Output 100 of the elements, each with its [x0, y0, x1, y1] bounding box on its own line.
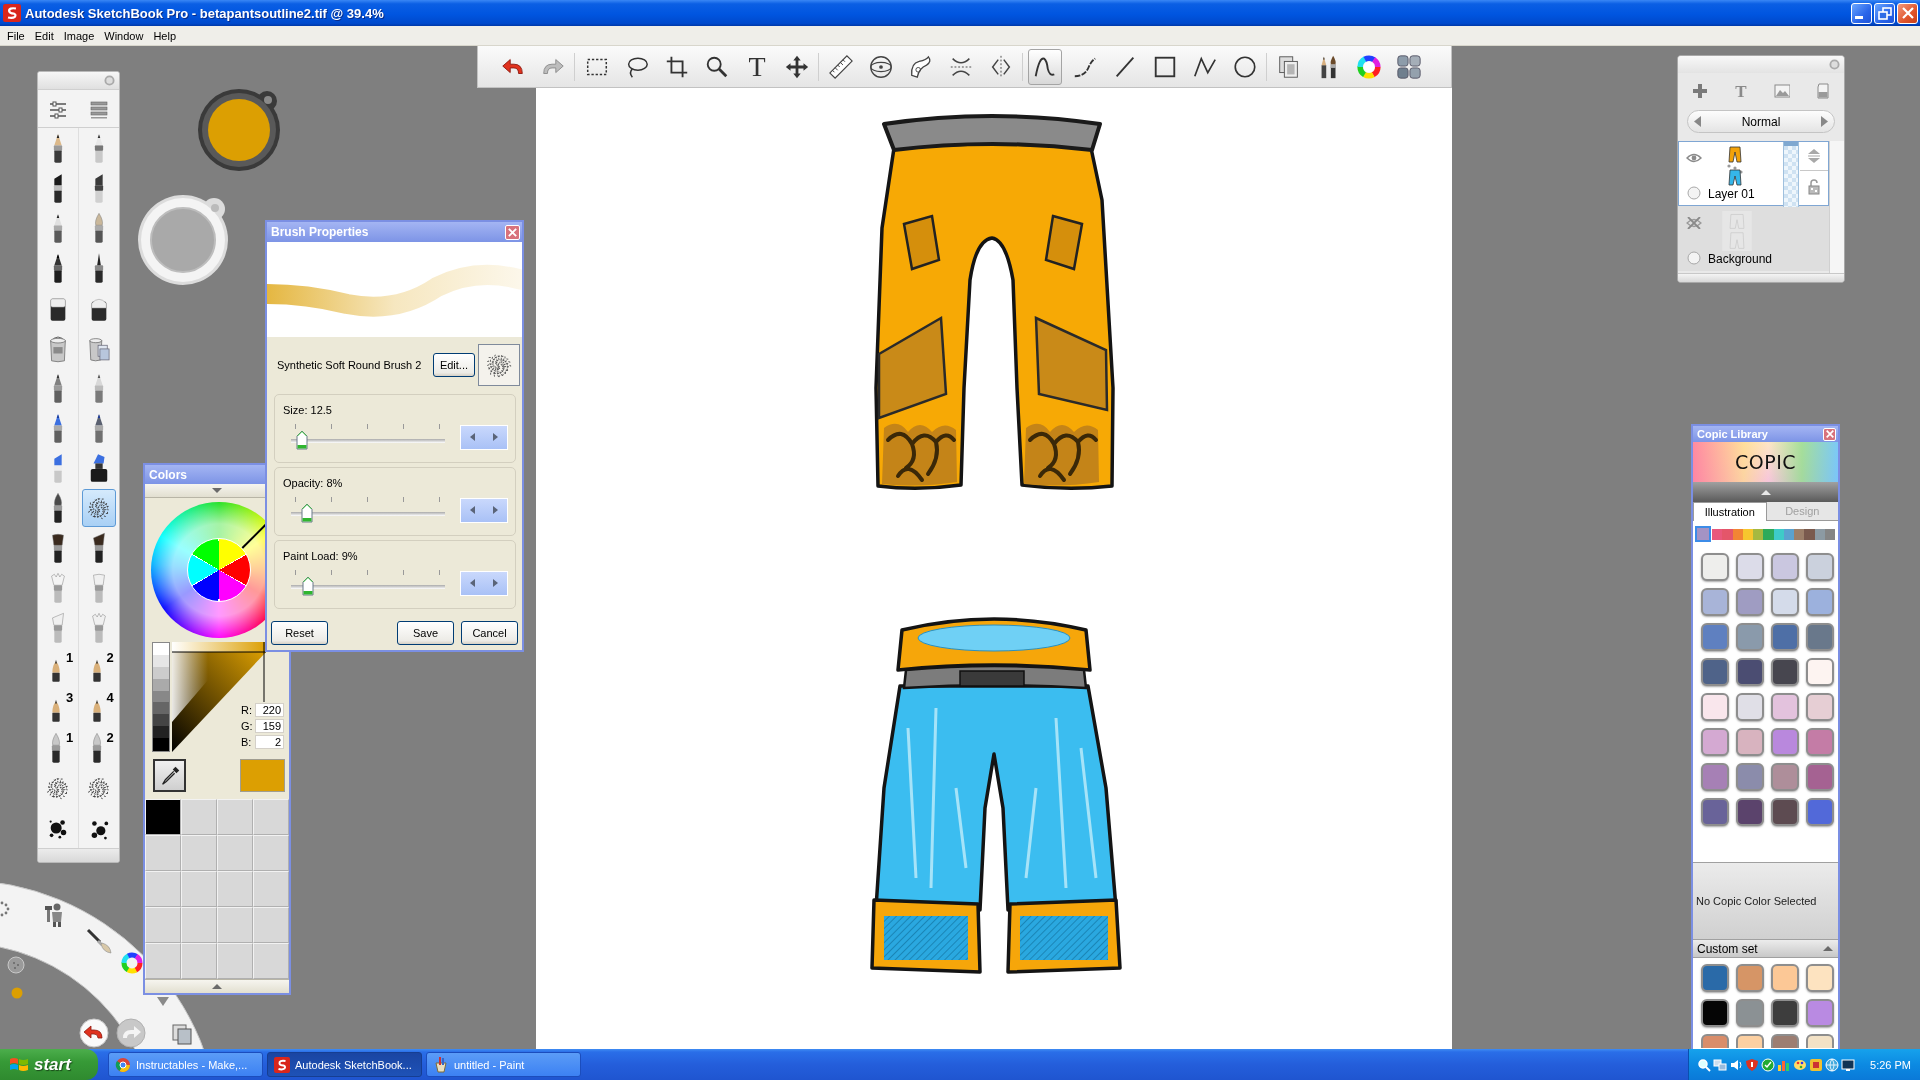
tool-button[interactable] [1028, 48, 1062, 85]
up-down-arrows-icon[interactable] [1806, 149, 1821, 163]
layers-icon[interactable] [170, 1022, 194, 1046]
palette-icon[interactable] [1793, 1057, 1807, 1072]
color-family-swatch[interactable] [1712, 528, 1723, 540]
stepper[interactable] [460, 570, 508, 596]
ring-icon[interactable] [104, 75, 115, 86]
rgb-value-field[interactable]: 2 [255, 735, 284, 749]
caret-left-icon[interactable] [469, 578, 476, 588]
copic-swatch[interactable] [1806, 763, 1834, 791]
copic-swatch[interactable] [1806, 553, 1834, 581]
screen-icon[interactable] [1841, 1057, 1855, 1072]
menu-item[interactable]: Window [99, 29, 149, 42]
close-button[interactable] [505, 224, 520, 240]
copic-swatch[interactable] [1736, 798, 1764, 826]
copic-swatch[interactable] [1701, 658, 1729, 686]
sliders-icon[interactable] [48, 98, 69, 119]
dialog-button[interactable]: Save [397, 621, 454, 645]
copic-swatch[interactable] [1806, 693, 1834, 721]
lock-icon[interactable] [1807, 179, 1820, 195]
copic-swatch[interactable] [1736, 553, 1764, 581]
copic-swatch[interactable] [1701, 763, 1729, 791]
copic-swatch[interactable] [1701, 693, 1729, 721]
dialog-button[interactable]: Reset [271, 621, 328, 645]
blend-mode-selector[interactable]: Normal [1687, 110, 1835, 133]
copic-swatch[interactable] [1771, 623, 1799, 651]
tab[interactable]: Illustration [1693, 502, 1767, 521]
rgb-value-field[interactable]: 159 [255, 719, 284, 733]
brightness-ramp[interactable] [152, 642, 170, 752]
left-arrow-icon[interactable] [1694, 116, 1702, 127]
color-family-swatch[interactable] [1804, 528, 1815, 540]
color-family-swatch[interactable] [1763, 528, 1774, 540]
redo-icon[interactable] [116, 1018, 146, 1048]
resize-grip[interactable] [1678, 273, 1844, 282]
copic-swatch[interactable] [1806, 728, 1834, 756]
copic-swatch[interactable] [1771, 588, 1799, 616]
close-button[interactable] [1823, 427, 1836, 441]
brush-button[interactable]: 2 [81, 649, 116, 687]
copic-swatch[interactable] [1806, 964, 1834, 992]
stepper[interactable] [460, 497, 508, 523]
copic-swatch[interactable] [1736, 728, 1764, 756]
close-button[interactable] [1897, 2, 1918, 24]
plus-icon[interactable] [1692, 83, 1708, 99]
copic-swatch[interactable] [1701, 798, 1729, 826]
copic-swatch[interactable] [1771, 1034, 1799, 1048]
opacity-slider[interactable] [1783, 142, 1799, 207]
copic-swatch[interactable] [1771, 798, 1799, 826]
copic-swatch[interactable] [1806, 999, 1834, 1027]
shield-icon[interactable] [1745, 1057, 1759, 1072]
copic-swatch[interactable] [1701, 623, 1729, 651]
brush-button[interactable]: 4 [81, 689, 116, 727]
caret-left-icon[interactable] [469, 505, 476, 515]
copic-swatch[interactable] [1736, 763, 1764, 791]
tool-button[interactable]: T [740, 48, 774, 85]
paintbrush-icon[interactable] [86, 928, 112, 954]
copic-swatch[interactable] [1701, 728, 1729, 756]
caret-left-icon[interactable] [469, 432, 476, 442]
crossed-eye-icon[interactable] [1685, 217, 1702, 229]
check-badge-icon[interactable] [1761, 1057, 1775, 1072]
copic-swatch[interactable] [1701, 1034, 1729, 1048]
copic-swatch[interactable] [1771, 763, 1799, 791]
slider-thumb[interactable] [296, 430, 309, 450]
eyedropper-button[interactable] [153, 759, 186, 792]
copic-swatch[interactable] [1736, 658, 1764, 686]
dialog-button[interactable]: Cancel [461, 621, 518, 645]
layer-row[interactable]: Background [1678, 206, 1829, 271]
taskbar-button[interactable]: Autodesk SketchBook... [267, 1052, 422, 1077]
copic-swatch[interactable] [1701, 964, 1729, 992]
image-icon[interactable] [1774, 83, 1790, 99]
resize-grip[interactable] [38, 848, 119, 862]
copic-swatch[interactable] [1736, 1034, 1764, 1048]
copic-swatch[interactable] [1771, 693, 1799, 721]
app-tile-icon[interactable] [1809, 1057, 1823, 1072]
color-family-swatch[interactable] [1732, 528, 1743, 540]
layer-row[interactable]: Layer 01 [1678, 141, 1829, 206]
copic-swatch[interactable] [1806, 798, 1834, 826]
copic-swatch[interactable] [1736, 964, 1764, 992]
monitors-icon[interactable] [1713, 1057, 1727, 1072]
undo-icon[interactable] [79, 1018, 109, 1048]
page-icon[interactable] [1815, 83, 1831, 99]
texture-disc-icon[interactable] [7, 956, 25, 974]
right-arrow-icon[interactable] [1820, 116, 1828, 127]
copic-swatch[interactable] [1806, 588, 1834, 616]
color-swatch[interactable] [145, 799, 181, 835]
dotted-arc-icon[interactable] [0, 901, 10, 917]
collapse-bar[interactable] [145, 979, 289, 993]
edit-button[interactable]: Edit... [432, 352, 475, 377]
brush-button[interactable]: 3 [41, 689, 76, 727]
list-icon[interactable] [88, 98, 109, 119]
caret-right-icon[interactable] [492, 578, 499, 588]
color-family-swatch[interactable] [1794, 528, 1805, 540]
radio-button[interactable] [1686, 186, 1701, 200]
copic-swatch[interactable] [1771, 964, 1799, 992]
opacity-handle[interactable] [1784, 142, 1798, 146]
menu-item[interactable]: Image [58, 29, 100, 42]
stepper[interactable] [460, 424, 508, 450]
color-family-swatch[interactable] [1722, 528, 1733, 540]
copic-swatch[interactable] [1736, 999, 1764, 1027]
copic-swatch[interactable] [1736, 693, 1764, 721]
color-family-swatch[interactable] [1824, 528, 1835, 540]
